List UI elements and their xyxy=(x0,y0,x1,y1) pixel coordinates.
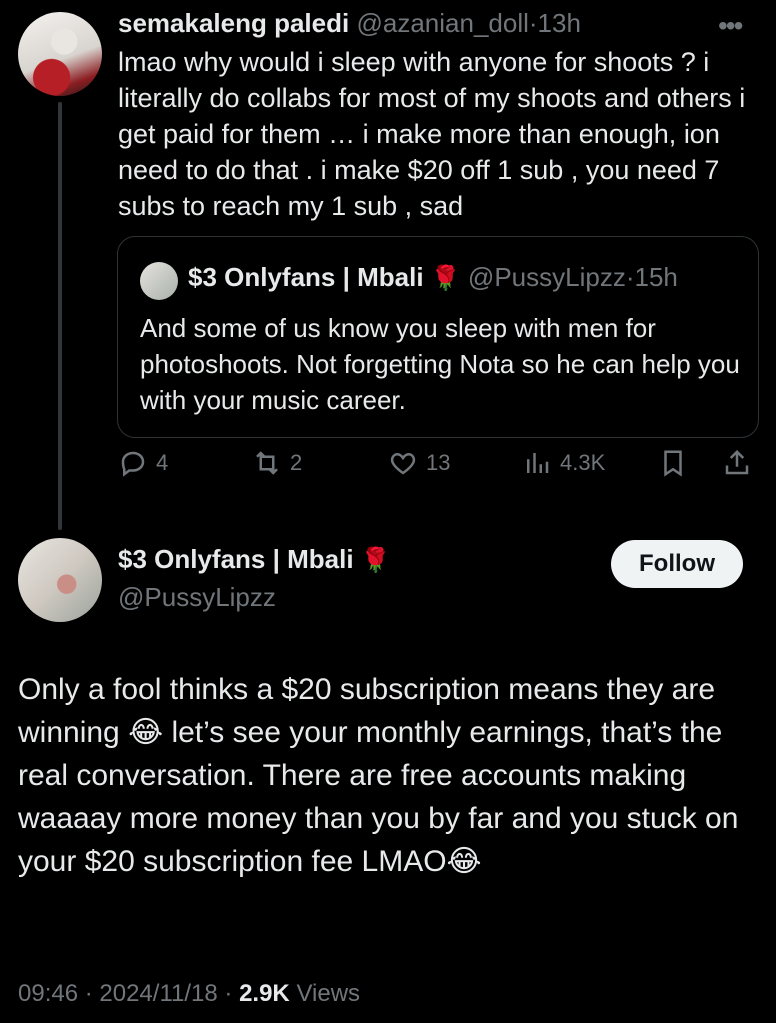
tweet2-text: Only a fool thinks a $20 subscription me… xyxy=(18,673,739,878)
avatar-pussylipzz[interactable] xyxy=(18,538,102,622)
views-button[interactable]: 4.3K xyxy=(522,448,605,478)
follow-button[interactable]: Follow xyxy=(611,540,743,588)
quoted-tweet-avatar xyxy=(140,262,178,300)
quoted-tweet-text: And some of us know you sleep with men f… xyxy=(140,313,740,415)
repost-button[interactable]: 2 xyxy=(252,448,302,478)
like-count: 13 xyxy=(426,450,451,475)
analytics-icon xyxy=(527,453,549,473)
tweet2-views-label: Views xyxy=(296,980,361,1007)
quoted-tweet-separator: · xyxy=(625,262,635,292)
more-icon[interactable]: ••• xyxy=(718,10,743,42)
thread-connector-line xyxy=(58,102,62,530)
reply-icon xyxy=(121,451,145,477)
quoted-tweet-time: 15h xyxy=(634,262,678,292)
tweet1-action-bar: 4 2 13 4.3K xyxy=(118,448,758,492)
avatar-azanian-doll[interactable] xyxy=(18,12,102,96)
tweet1-separator: · xyxy=(528,8,538,38)
tweet2-display-name[interactable]: $3 Onlyfans | Mbali xyxy=(118,544,354,574)
repost-count: 2 xyxy=(290,450,303,475)
tweet1-time[interactable]: 13h xyxy=(538,8,581,38)
rose-emoji: 🌹 xyxy=(430,265,461,292)
share-icon xyxy=(725,449,749,475)
tweet2-handle[interactable]: @PussyLipzz xyxy=(118,582,276,613)
tweet1-text: lmao why would i sleep with anyone for s… xyxy=(118,47,746,221)
quoted-tweet-header: $3 Onlyfans | Mbali 🌹 @PussyLipzz·15h xyxy=(188,262,678,293)
reply-button[interactable]: 4 xyxy=(118,448,168,478)
like-button[interactable]: 13 xyxy=(388,448,450,478)
tweet1-handle[interactable]: @azanian_doll xyxy=(356,8,528,38)
tweet2-views-count: 2.9K xyxy=(239,980,290,1007)
quoted-tweet-display-name: $3 Onlyfans | Mbali xyxy=(188,262,424,292)
share-button[interactable] xyxy=(722,448,752,478)
bookmark-button[interactable] xyxy=(658,448,688,478)
tweet1-header: semakaleng paledi @azanian_doll·13h xyxy=(118,8,581,39)
heart-icon xyxy=(390,452,416,475)
rose-emoji: 🌹 xyxy=(360,547,391,574)
tweet2-date[interactable]: 2024/11/18 xyxy=(99,980,217,1007)
meta-separator: · xyxy=(217,980,240,1007)
repost-icon xyxy=(256,451,278,475)
quoted-tweet-handle: @PussyLipzz xyxy=(467,262,626,292)
tweet2-meta: 09:46 · 2024/11/18 · 2.9K Views xyxy=(18,980,360,1008)
tweet1-display-name[interactable]: semakaleng paledi xyxy=(118,8,349,38)
meta-separator: · xyxy=(78,980,100,1007)
tweet2-name-row: $3 Onlyfans | Mbali 🌹 xyxy=(118,544,391,575)
reply-count: 4 xyxy=(156,450,169,475)
bookmark-icon xyxy=(664,450,682,477)
views-count: 4.3K xyxy=(560,450,606,475)
tweet2-time[interactable]: 09:46 xyxy=(18,980,78,1007)
